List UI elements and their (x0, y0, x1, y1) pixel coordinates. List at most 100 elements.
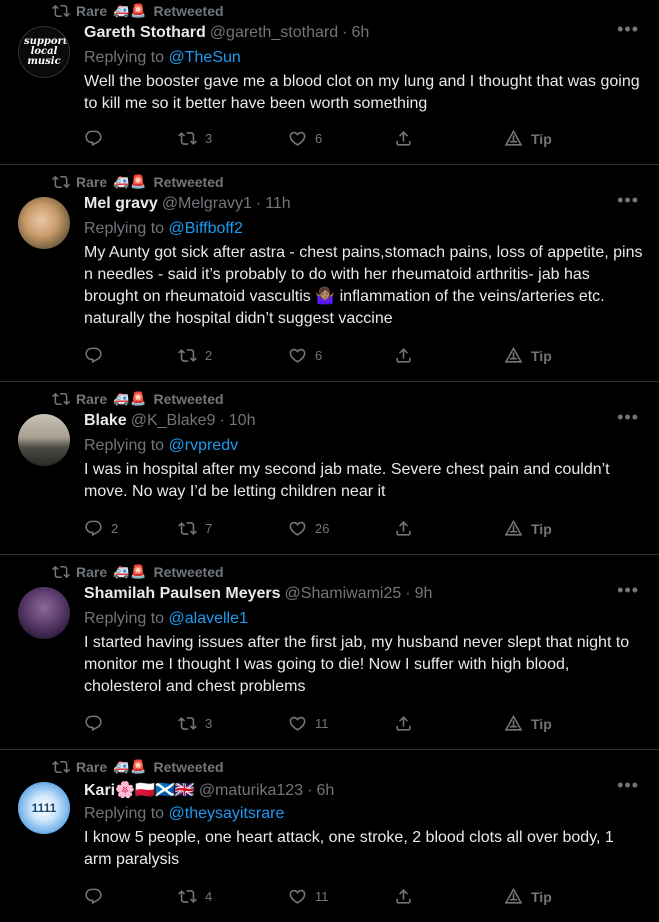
tip-button[interactable]: Tip (504, 346, 552, 365)
tip-label: Tip (531, 130, 552, 147)
tweet-header: Gareth Stothard @gareth_stothard · 6h (84, 24, 369, 42)
retweeted-label: Retweeted (153, 391, 224, 407)
display-name[interactable]: Blake (84, 412, 127, 430)
username[interactable]: @Melgravy1 (162, 195, 252, 213)
retweeter-emoji: 🚑🚨 (113, 564, 148, 579)
reply-icon (85, 888, 102, 905)
tweet-5[interactable]: Rare 🚑🚨 Retweeted 1111 Kari🌸🇵🇱🏴󠁧󠁢󠁳󠁣󠁴󠁿🇬🇧 … (0, 756, 659, 922)
replying-to: Replying to @TheSun (84, 49, 241, 67)
retweeter-name[interactable]: Rare (76, 3, 107, 19)
reply-button[interactable] (84, 346, 111, 365)
tweet-3[interactable]: Rare 🚑🚨 Retweeted Blake @K_Blake9 · 10h … (0, 388, 659, 555)
tip-button[interactable]: Tip (504, 887, 552, 906)
display-name[interactable]: Gareth Stothard (84, 24, 206, 42)
like-button[interactable]: 6 (288, 129, 322, 148)
retweeter-name[interactable]: Rare (76, 174, 107, 190)
share-button[interactable] (394, 714, 413, 733)
share-button[interactable] (394, 519, 413, 538)
share-button[interactable] (394, 887, 413, 906)
more-options-icon[interactable]: ••• (617, 20, 639, 38)
retweeter-name[interactable]: Rare (76, 564, 107, 580)
more-options-icon[interactable]: ••• (617, 408, 639, 426)
separator-dot: · (255, 195, 262, 212)
retweet-context: Rare 🚑🚨 Retweeted (52, 173, 224, 191)
retweet-icon (178, 717, 197, 730)
retweet-button[interactable]: 2 (178, 346, 212, 365)
reply-button[interactable]: 2 (84, 519, 118, 538)
tip-icon (504, 346, 523, 363)
share-icon (396, 131, 411, 146)
tweet-text: I was in hospital after my second jab ma… (84, 461, 610, 500)
timestamp[interactable]: 10h (229, 412, 256, 430)
replying-to-label: Replying to (84, 220, 165, 237)
reply-button[interactable] (84, 887, 111, 906)
avatar[interactable] (18, 414, 70, 466)
timestamp[interactable]: 11h (265, 195, 291, 213)
display-name[interactable]: Mel gravy (84, 195, 158, 213)
username[interactable]: @maturika123 (199, 782, 303, 800)
reply-mention[interactable]: @rvpredv (169, 437, 239, 454)
username[interactable]: @gareth_stothard (210, 24, 338, 42)
reply-mention[interactable]: @theysayitsrare (169, 805, 285, 822)
timestamp[interactable]: 6h (316, 782, 334, 800)
replying-to-label: Replying to (84, 49, 165, 66)
retweet-icon (52, 175, 70, 189)
tweet-text: My Aunty got sick after astra - chest pa… (84, 244, 643, 327)
display-name[interactable]: Kari🌸🇵🇱🏴󠁧󠁢󠁳󠁣󠁴󠁿🇬🇧 (84, 780, 195, 800)
tip-button[interactable]: Tip (504, 129, 552, 148)
like-button[interactable]: 11 (288, 887, 329, 906)
display-name[interactable]: Shamilah Paulsen Meyers (84, 585, 281, 603)
tip-button[interactable]: Tip (504, 714, 552, 733)
tweet-header: Shamilah Paulsen Meyers @Shamiwami25 · 9… (84, 585, 432, 603)
retweet-button[interactable]: 3 (178, 129, 212, 148)
tip-label: Tip (531, 520, 552, 537)
retweet-button[interactable]: 4 (178, 887, 212, 906)
avatar[interactable]: support local music (18, 26, 70, 78)
like-button[interactable]: 6 (288, 346, 322, 365)
tweet-text: I know 5 people, one heart attack, one s… (84, 829, 614, 868)
reply-button[interactable] (84, 714, 111, 733)
retweet-count: 7 (205, 521, 213, 536)
retweet-icon (52, 4, 70, 18)
reply-mention[interactable]: @TheSun (169, 49, 241, 66)
retweeter-name[interactable]: Rare (76, 391, 107, 407)
tip-icon (504, 887, 523, 904)
retweeted-label: Retweeted (153, 759, 224, 775)
retweeted-label: Retweeted (153, 3, 224, 19)
retweet-icon (178, 132, 197, 145)
more-options-icon[interactable]: ••• (617, 581, 639, 599)
action-bar: 2 7 26 Tip (84, 519, 564, 543)
reply-button[interactable] (84, 129, 111, 148)
heart-icon (289, 716, 306, 731)
share-icon (396, 348, 411, 363)
like-count: 6 (315, 131, 323, 146)
reply-mention[interactable]: @alavelle1 (169, 610, 248, 627)
timestamp[interactable]: 9h (415, 585, 433, 603)
retweet-button[interactable]: 3 (178, 714, 212, 733)
retweet-icon (178, 890, 197, 903)
username[interactable]: @K_Blake9 (131, 412, 216, 430)
avatar[interactable] (18, 587, 70, 639)
tweet-1[interactable]: Rare 🚑🚨 Retweeted support local music Ga… (0, 0, 659, 165)
share-button[interactable] (394, 346, 413, 365)
tweet-text: Well the booster gave me a blood clot on… (84, 73, 640, 112)
retweeter-name[interactable]: Rare (76, 759, 107, 775)
avatar[interactable]: 1111 (18, 782, 70, 834)
tweet-2[interactable]: Rare 🚑🚨 Retweeted Mel gravy @Melgravy1 ·… (0, 171, 659, 382)
retweet-icon (52, 760, 70, 774)
tip-button[interactable]: Tip (504, 519, 552, 538)
timestamp[interactable]: 6h (351, 24, 369, 42)
more-options-icon[interactable]: ••• (617, 776, 639, 794)
avatar[interactable] (18, 197, 70, 249)
avatar-label: support local music (24, 36, 68, 67)
tweet-header: Kari🌸🇵🇱🏴󠁧󠁢󠁳󠁣󠁴󠁿🇬🇧 @maturika123 · 6h (84, 780, 334, 800)
reply-mention[interactable]: @Biffboff2 (169, 220, 243, 237)
share-button[interactable] (394, 129, 413, 148)
tweet-4[interactable]: Rare 🚑🚨 Retweeted Shamilah Paulsen Meyer… (0, 561, 659, 750)
retweet-button[interactable]: 7 (178, 519, 212, 538)
like-button[interactable]: 11 (288, 714, 329, 733)
like-button[interactable]: 26 (288, 519, 329, 538)
username[interactable]: @Shamiwami25 (285, 585, 402, 603)
more-options-icon[interactable]: ••• (617, 191, 639, 209)
replying-to: Replying to @rvpredv (84, 437, 238, 455)
